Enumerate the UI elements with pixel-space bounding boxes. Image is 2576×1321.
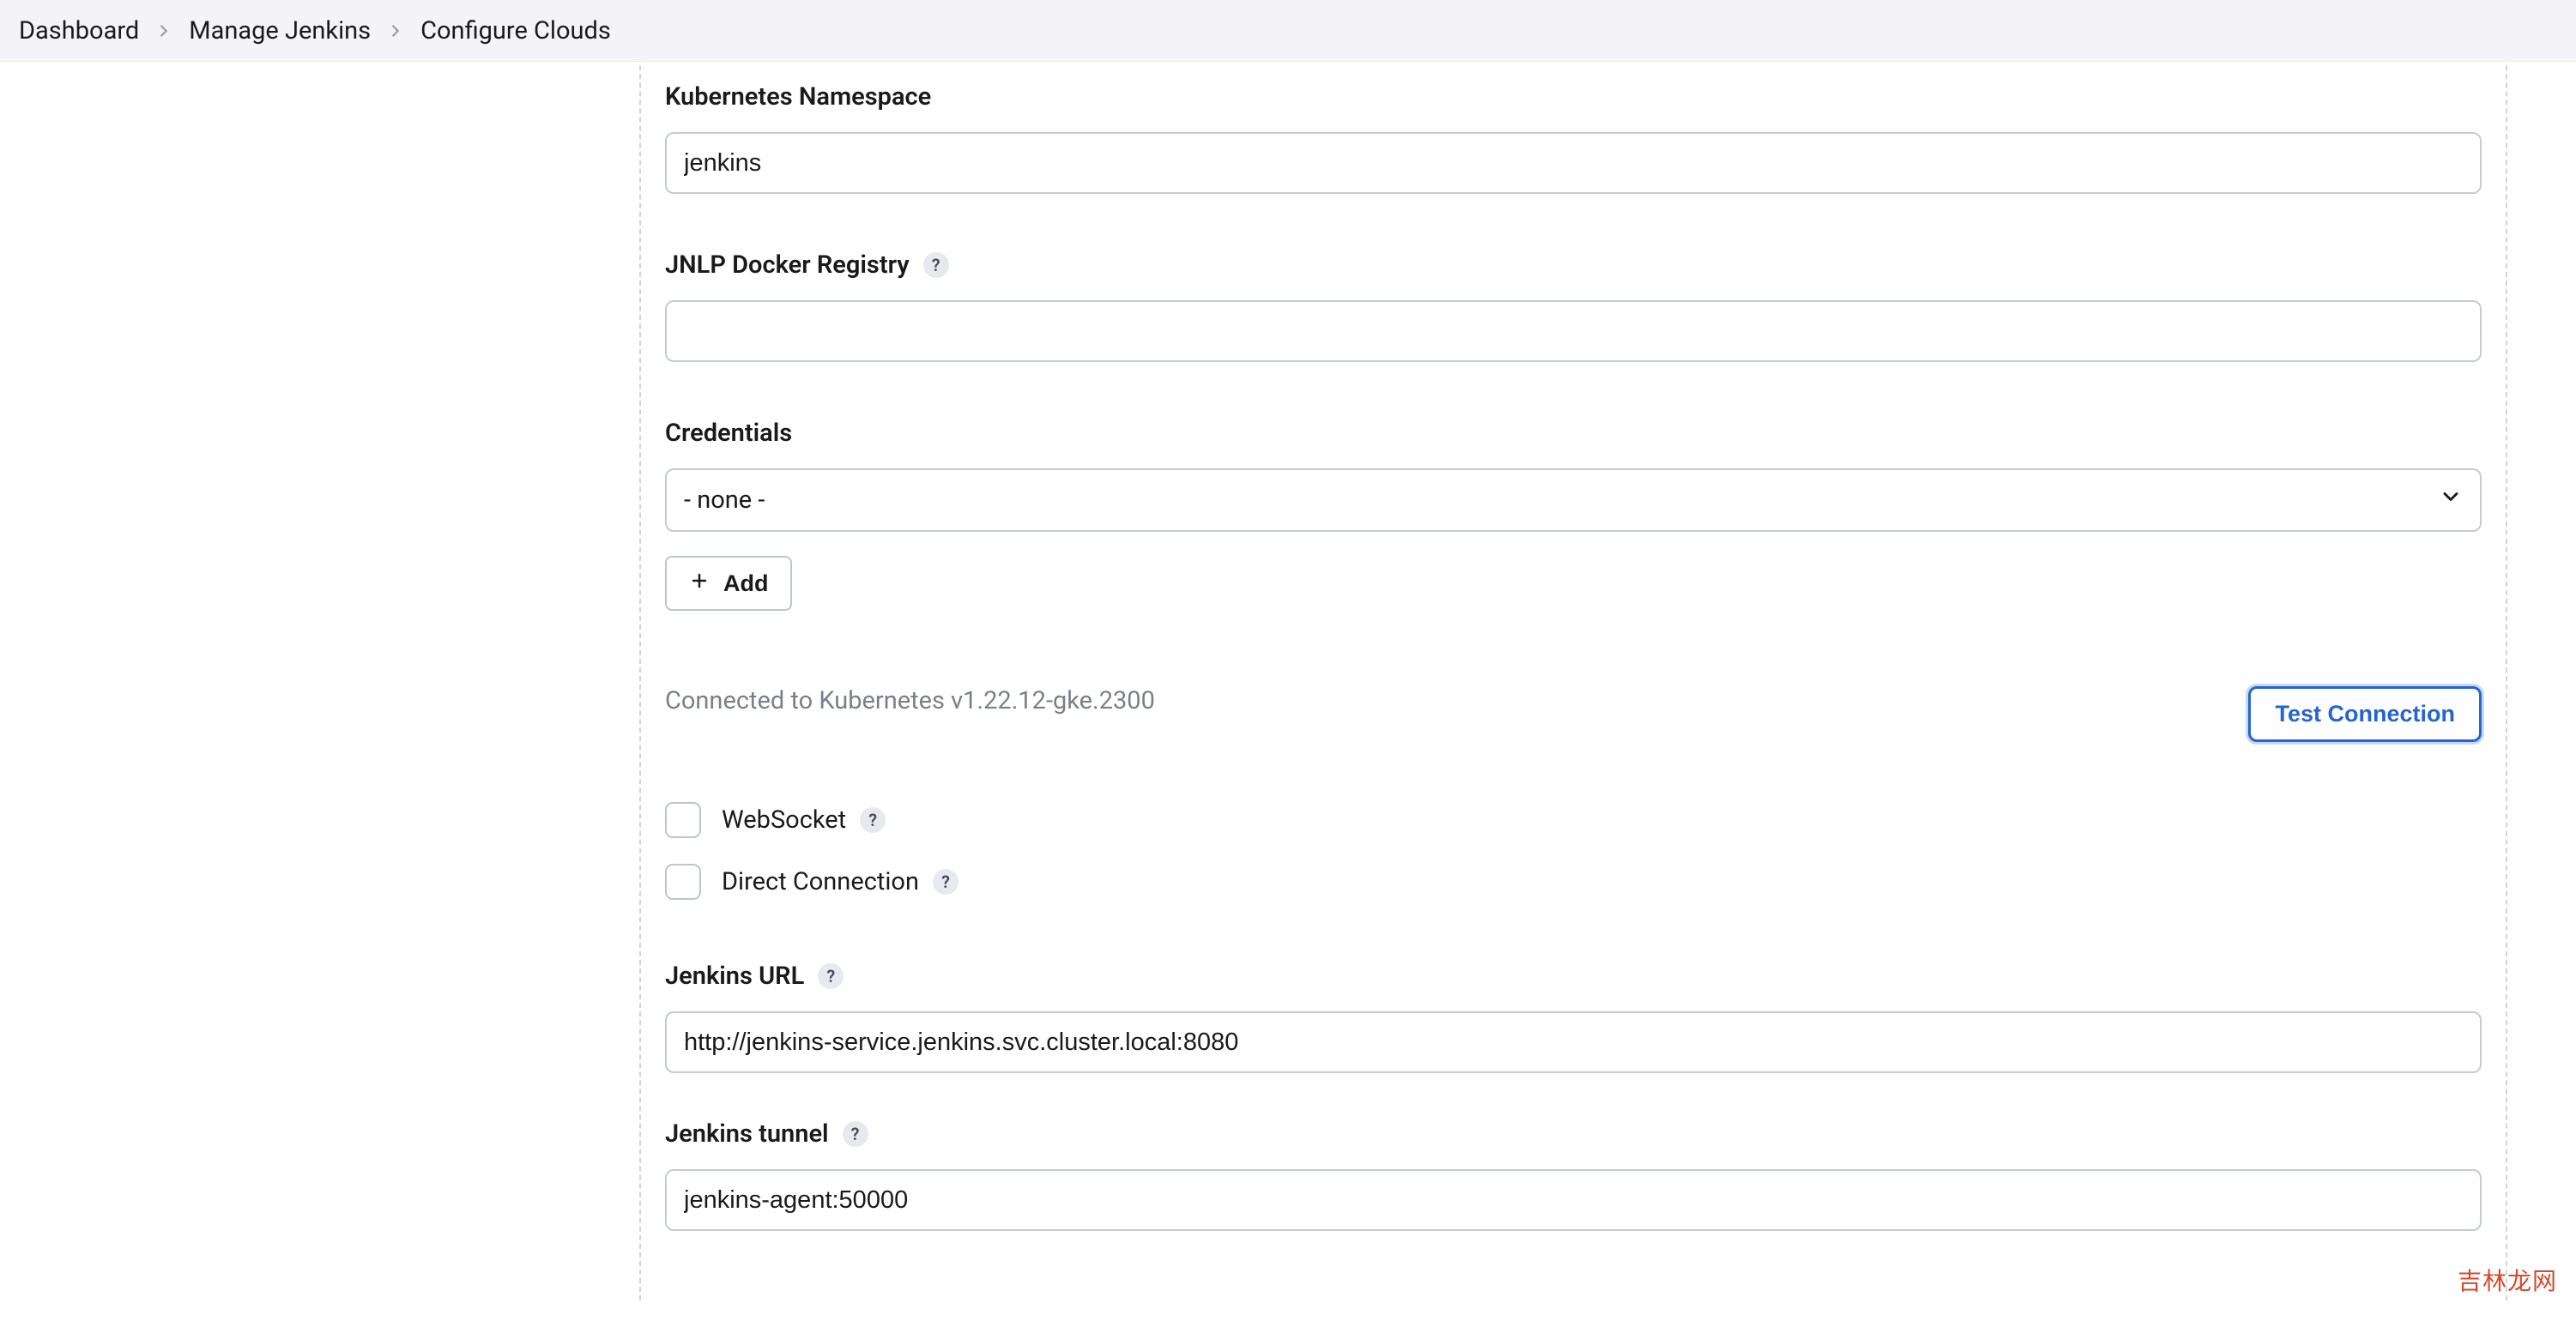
form-panel: Disable https certificate check ? Kubern… <box>639 0 2507 1300</box>
help-icon[interactable]: ? <box>818 963 844 989</box>
jenkins-url-input[interactable] <box>665 1011 2482 1073</box>
plus-icon <box>689 570 710 597</box>
breadcrumb-manage-jenkins[interactable]: Manage Jenkins <box>189 16 371 45</box>
jnlp-registry-row: JNLP Docker Registry ? <box>665 250 2482 362</box>
jenkins-tunnel-label: Jenkins tunnel <box>665 1119 829 1149</box>
credentials-label: Credentials <box>665 419 2482 448</box>
add-credentials-button[interactable]: Add <box>665 556 792 611</box>
chevron-right-icon <box>154 21 173 40</box>
test-connection-button[interactable]: Test Connection <box>2248 686 2482 742</box>
breadcrumb-dashboard[interactable]: Dashboard <box>19 16 139 45</box>
breadcrumb: Dashboard Manage Jenkins Configure Cloud… <box>0 0 2576 62</box>
watermark: 吉林龙网 <box>2458 1263 2557 1297</box>
jnlp-registry-input[interactable] <box>665 300 2482 362</box>
chevron-down-icon <box>2439 485 2463 516</box>
jenkins-url-row: Jenkins URL ? <box>665 962 2482 1073</box>
connection-status-text: Connected to Kubernetes v1.22.12-gke.230… <box>665 686 1155 715</box>
chevron-right-icon <box>386 21 405 40</box>
jenkins-url-label: Jenkins URL <box>665 962 804 991</box>
credentials-row: Credentials - none - Add <box>665 419 2482 611</box>
direct-connection-checkbox[interactable] <box>665 864 701 900</box>
breadcrumb-configure-clouds[interactable]: Configure Clouds <box>420 16 611 45</box>
jenkins-tunnel-row: Jenkins tunnel ? <box>665 1119 2482 1231</box>
help-icon[interactable]: ? <box>933 869 958 895</box>
credentials-selected: - none - <box>684 486 765 515</box>
websocket-label: WebSocket <box>722 805 846 835</box>
add-label: Add <box>723 570 768 597</box>
jnlp-registry-label: JNLP Docker Registry <box>665 250 910 280</box>
direct-connection-row: Direct Connection ? <box>665 864 2482 900</box>
k8s-namespace-label: Kubernetes Namespace <box>665 82 2482 112</box>
websocket-row: WebSocket ? <box>665 802 2482 838</box>
credentials-select[interactable]: - none - <box>665 468 2482 532</box>
websocket-checkbox[interactable] <box>665 802 701 838</box>
k8s-namespace-row: Kubernetes Namespace <box>665 82 2482 194</box>
connection-status-row: Connected to Kubernetes v1.22.12-gke.230… <box>665 686 2482 742</box>
help-icon[interactable]: ? <box>923 252 949 278</box>
help-icon[interactable]: ? <box>860 807 886 833</box>
jenkins-tunnel-input[interactable] <box>665 1169 2482 1231</box>
help-icon[interactable]: ? <box>843 1121 868 1147</box>
direct-connection-label: Direct Connection <box>722 867 919 896</box>
k8s-namespace-input[interactable] <box>665 132 2482 194</box>
